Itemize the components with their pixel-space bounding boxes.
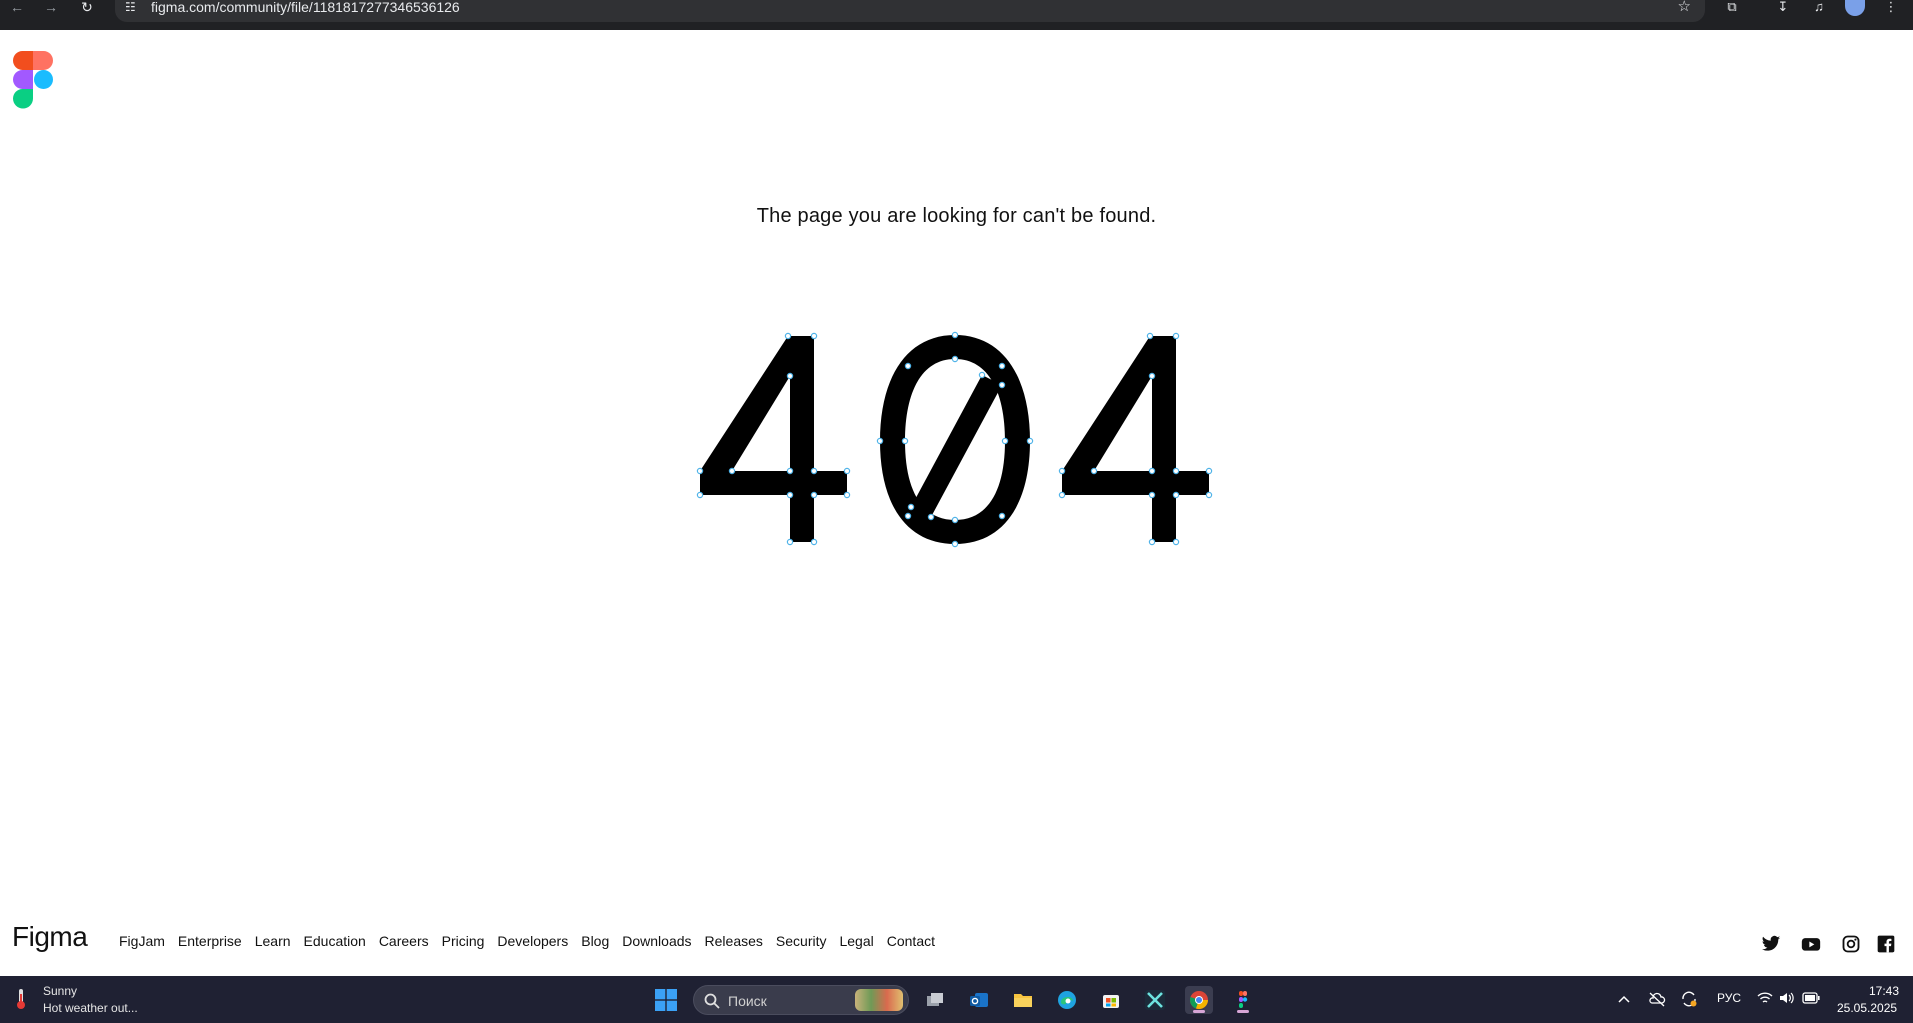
more-menu-icon[interactable]: ⋮ [1880,0,1902,16]
download-icon[interactable]: ↧ [1772,0,1794,16]
address-bar-url[interactable]: figma.com/community/file/118181727734653… [151,0,460,15]
footer-link-blog[interactable]: Blog [581,933,609,949]
footer-link-downloads[interactable]: Downloads [622,933,691,949]
chevron-up-icon[interactable] [1617,994,1631,1004]
footer-link-enterprise[interactable]: Enterprise [178,933,242,949]
search-icon [704,993,720,1009]
footer-link-developers[interactable]: Developers [497,933,568,949]
figma-logo[interactable] [13,51,53,109]
digit-four-right [1062,336,1209,542]
edge-icon[interactable] [1053,986,1081,1014]
weather-subtitle[interactable]: Hot weather out... [43,1001,138,1015]
thermometer-icon[interactable] [14,988,28,1010]
forward-arrow-icon[interactable]: → [38,0,64,16]
error-code-404: 404 [696,331,1213,548]
footer-link-education[interactable]: Education [304,933,366,949]
wifi-icon[interactable] [1757,991,1773,1005]
footer-link-legal[interactable]: Legal [839,933,873,949]
footer-link-security[interactable]: Security [776,933,827,949]
not-found-message: The page you are looking for can't be fo… [756,205,1157,227]
footer-link-pricing[interactable]: Pricing [442,933,485,949]
footer-nav: FigJam Enterprise Learn Education Career… [119,933,935,949]
profile-avatar[interactable] [1845,0,1865,16]
clock-date[interactable]: 25.05.2025 [1837,1001,1897,1015]
browser-toolbar: ← → ↻ ☷ figma.com/community/file/1181817… [0,0,1913,30]
reload-icon[interactable]: ↻ [74,0,100,16]
capcut-icon[interactable] [1141,986,1169,1014]
chrome-icon[interactable] [1185,986,1213,1014]
instagram-icon[interactable] [1841,934,1861,954]
footer-link-careers[interactable]: Careers [379,933,429,949]
address-bar[interactable]: ☷ figma.com/community/file/1181817277346… [115,0,1705,22]
task-view-icon[interactable] [921,986,949,1014]
clock-time[interactable]: 17:43 [1869,984,1899,998]
weather-title[interactable]: Sunny [43,984,77,998]
file-explorer-icon[interactable] [1009,986,1037,1014]
media-control-icon[interactable]: ♫ [1808,0,1830,16]
figma-app-icon[interactable] [1229,986,1257,1014]
search-placeholder: Поиск [728,993,767,1009]
keyboard-language[interactable]: РУС [1717,991,1741,1005]
site-settings-icon[interactable]: ☷ [125,0,136,14]
windows-taskbar: Sunny Hot weather out... Поиск РУС 17:43… [0,976,1913,1023]
search-highlight-image [855,989,903,1011]
microsoft-store-icon[interactable] [1097,986,1125,1014]
zero-slash [911,375,1002,517]
youtube-icon[interactable] [1801,934,1821,954]
footer-figma-wordmark[interactable]: Figma [12,921,88,953]
windows-start-icon[interactable] [655,989,677,1011]
twitter-icon[interactable] [1761,934,1781,954]
volume-icon[interactable] [1779,991,1795,1005]
bookmark-star-icon[interactable]: ☆ [1678,0,1691,15]
footer-link-releases[interactable]: Releases [705,933,763,949]
digit-four-left [700,336,847,542]
extensions-icon[interactable]: ⧉ [1721,0,1743,16]
footer-link-contact[interactable]: Contact [887,933,935,949]
battery-icon[interactable] [1802,992,1820,1004]
footer-link-learn[interactable]: Learn [255,933,291,949]
facebook-icon[interactable] [1876,934,1896,954]
onedrive-off-icon[interactable] [1648,990,1666,1008]
footer-link-figjam[interactable]: FigJam [119,933,165,949]
back-arrow-icon[interactable]: ← [4,0,30,16]
sync-icon[interactable] [1680,990,1698,1008]
outlook-icon[interactable] [965,986,993,1014]
taskbar-search[interactable]: Поиск [693,985,909,1015]
